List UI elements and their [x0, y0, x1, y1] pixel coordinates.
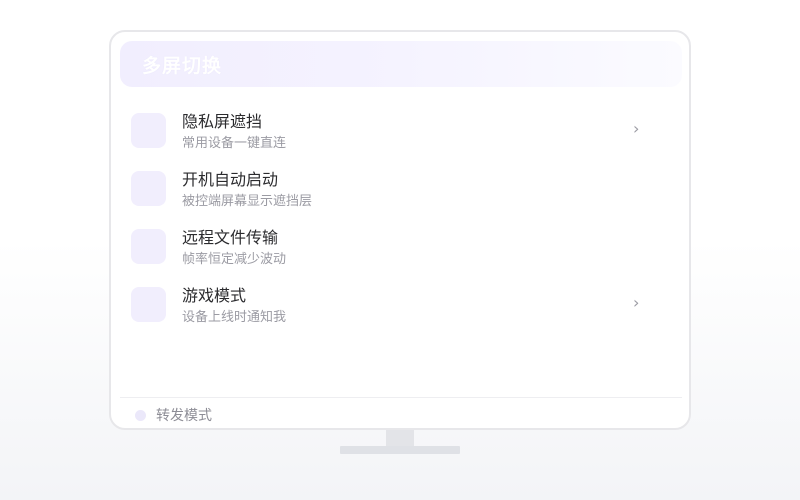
app-screen: 多屏切换 隐私屏遮挡 常用设备一键直连 › 开机自动启动 被控端屏幕显示遮挡层 …	[120, 41, 682, 425]
monitor-frame: 多屏切换 隐私屏遮挡 常用设备一键直连 › 开机自动启动 被控端屏幕显示遮挡层 …	[109, 30, 691, 430]
list-item-auto-start[interactable]: 开机自动启动 被控端屏幕显示遮挡层	[120, 162, 682, 220]
list-item-subtitle: 被控端屏幕显示遮挡层	[182, 194, 313, 209]
title-bar: 多屏切换	[120, 41, 682, 87]
list-item-title: 开机自动启动	[182, 170, 279, 189]
chevron-right-icon[interactable]: ›	[633, 119, 639, 139]
list-item-title: 隐私屏遮挡	[182, 112, 263, 131]
privacy-screen-icon	[131, 113, 166, 148]
list-item-subtitle: 设备上线时通知我	[182, 310, 287, 325]
file-transfer-icon	[131, 229, 166, 264]
list-item-subtitle: 常用设备一键直连	[182, 136, 287, 151]
list-item-title: 游戏模式	[182, 286, 247, 305]
forward-mode-label: 转发模式	[156, 408, 212, 424]
list-item-file-transfer[interactable]: 远程文件传输 帧率恒定减少波动	[120, 220, 682, 278]
list-item-privacy-screen[interactable]: 隐私屏遮挡 常用设备一键直连 ›	[120, 104, 682, 162]
auto-start-icon	[131, 171, 166, 206]
list-item-title: 远程文件传输	[182, 228, 279, 247]
footer-status[interactable]: 转发模式	[135, 405, 212, 425]
settings-list: 隐私屏遮挡 常用设备一键直连 › 开机自动启动 被控端屏幕显示遮挡层 远程文件传…	[120, 104, 682, 336]
window-title: 多屏切换	[142, 54, 223, 77]
footer-divider	[120, 397, 682, 398]
game-mode-icon	[131, 287, 166, 322]
status-dot-icon	[135, 409, 146, 421]
monitor-stand-base	[340, 446, 460, 454]
monitor-stand-neck	[386, 430, 414, 446]
list-item-game-mode[interactable]: 游戏模式 设备上线时通知我 ›	[120, 278, 682, 336]
list-item-subtitle: 帧率恒定减少波动	[182, 252, 287, 267]
chevron-right-icon[interactable]: ›	[633, 293, 639, 313]
